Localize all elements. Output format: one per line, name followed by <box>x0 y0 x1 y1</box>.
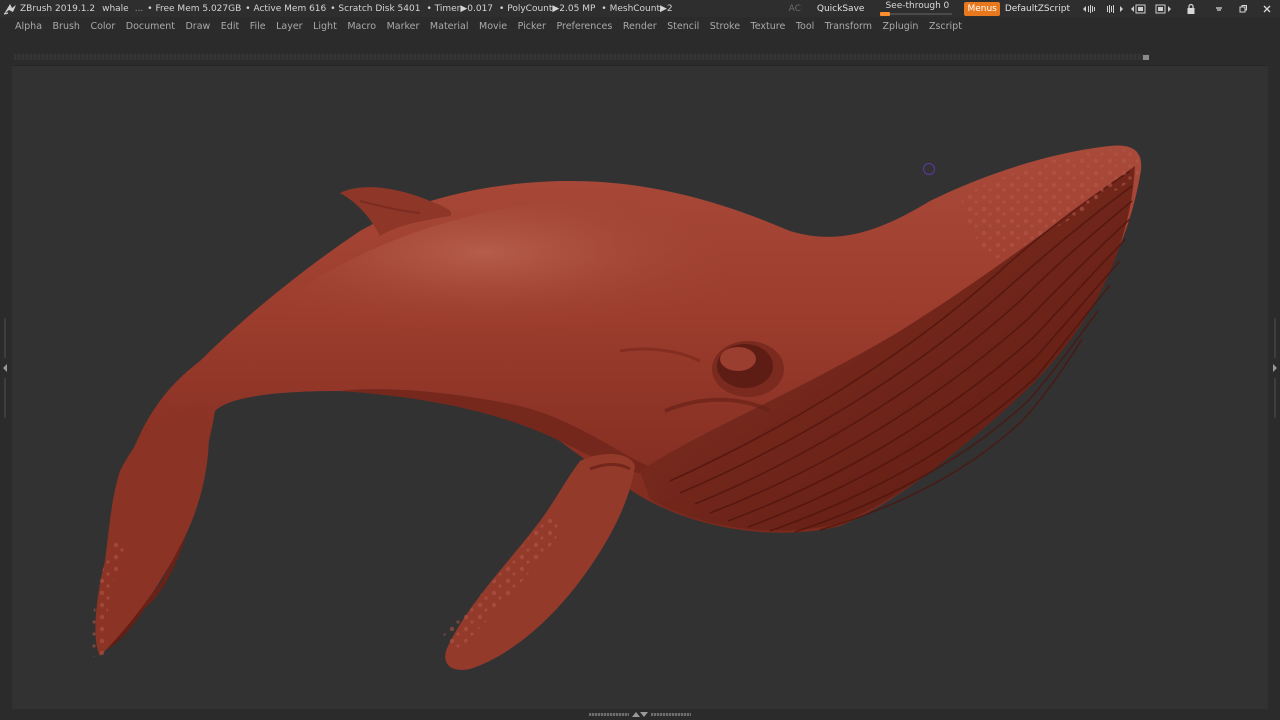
right-tray-toggle-icon[interactable] <box>1271 318 1279 418</box>
menu-stroke[interactable]: Stroke <box>710 21 740 32</box>
menu-color[interactable]: Color <box>90 21 115 32</box>
free-mem: • Free Mem 5.027GB <box>147 3 242 14</box>
whale-model[interactable] <box>12 66 1268 709</box>
shelf-handle[interactable] <box>1143 55 1149 60</box>
menu-texture[interactable]: Texture <box>751 21 786 32</box>
see-through-knob[interactable] <box>880 12 891 16</box>
document-canvas[interactable] <box>12 65 1268 709</box>
quicksave-button[interactable]: QuickSave <box>817 4 865 14</box>
default-ui-icon[interactable] <box>1130 2 1148 16</box>
title-controls: AC QuickSave See-through 0 Menus Default… <box>789 0 1280 17</box>
menu-tool[interactable]: Tool <box>796 21 814 32</box>
title-bar: ZBrush 2019.1.2 whale ... • Free Mem 5.0… <box>0 0 1280 17</box>
custom-ui-icon[interactable] <box>1154 2 1172 16</box>
menu-macro[interactable]: Macro <box>347 21 376 32</box>
restore-icon[interactable] <box>1234 2 1252 16</box>
menu-picker[interactable]: Picker <box>518 21 546 32</box>
menu-alpha[interactable]: Alpha <box>15 21 42 32</box>
narrow-layout-icon[interactable] <box>1082 2 1100 16</box>
menu-edit[interactable]: Edit <box>221 21 239 32</box>
tray-grip <box>651 713 691 716</box>
brush-cursor-icon <box>923 163 935 175</box>
menu-brush[interactable]: Brush <box>53 21 80 32</box>
menu-transform[interactable]: Transform <box>825 21 872 32</box>
top-shelf <box>14 54 1150 60</box>
zbrush-window: ZBrush 2019.1.2 whale ... • Free Mem 5.0… <box>0 0 1280 720</box>
menu-render[interactable]: Render <box>623 21 657 32</box>
default-zscript-button[interactable]: DefaultZScript <box>1005 4 1070 14</box>
ac-toggle[interactable]: AC <box>789 4 801 14</box>
menu-preferences[interactable]: Preferences <box>556 21 612 32</box>
document-name: whale <box>102 3 129 14</box>
menu-bar: Alpha Brush Color Document Draw Edit File Layer… <box>0 17 1280 35</box>
menu-stencil[interactable]: Stencil <box>667 21 699 32</box>
tray-grip <box>589 713 629 716</box>
see-through-label: See-through <box>885 1 941 11</box>
ellipsis: ... <box>134 3 144 14</box>
menu-layer[interactable]: Layer <box>276 21 303 32</box>
timer: • Timer▶0.017 <box>426 3 494 14</box>
menu-document[interactable]: Document <box>126 21 175 32</box>
meshcount: • MeshCount▶2 <box>601 3 673 14</box>
close-icon[interactable] <box>1258 2 1276 16</box>
tail-fluke <box>95 406 209 656</box>
see-through-value: 0 <box>943 1 950 11</box>
scratch-disk: • Scratch Disk 5401 <box>330 3 421 14</box>
see-through-track[interactable] <box>880 13 953 15</box>
lock-icon[interactable] <box>1182 2 1200 16</box>
menu-file[interactable]: File <box>250 21 266 32</box>
zbrush-logo-icon[interactable] <box>3 2 17 16</box>
menu-light[interactable]: Light <box>313 21 337 32</box>
menu-marker[interactable]: Marker <box>387 21 420 32</box>
wide-layout-icon[interactable] <box>1106 2 1124 16</box>
menu-zscript[interactable]: Zscript <box>929 21 962 32</box>
minimize-icon[interactable] <box>1210 2 1228 16</box>
title-info: ZBrush 2019.1.2 whale ... • Free Mem 5.0… <box>0 2 680 16</box>
polycount: • PolyCount▶2.05 MP <box>499 3 596 14</box>
menu-material[interactable]: Material <box>430 21 469 32</box>
tray-arrows-icon[interactable] <box>631 711 649 718</box>
app-version: ZBrush 2019.1.2 <box>20 3 96 14</box>
active-mem: • Active Mem 616 <box>245 3 327 14</box>
see-through-slider[interactable]: See-through 0 <box>880 0 953 17</box>
menu-draw[interactable]: Draw <box>185 21 210 32</box>
pectoral-fin <box>445 454 635 670</box>
menus-button[interactable]: Menus <box>964 1 1000 16</box>
left-tray-toggle-icon[interactable] <box>1 318 9 418</box>
menu-movie[interactable]: Movie <box>479 21 507 32</box>
bottom-tray-toggle[interactable] <box>588 711 692 718</box>
menu-zplugin[interactable]: Zplugin <box>883 21 919 32</box>
